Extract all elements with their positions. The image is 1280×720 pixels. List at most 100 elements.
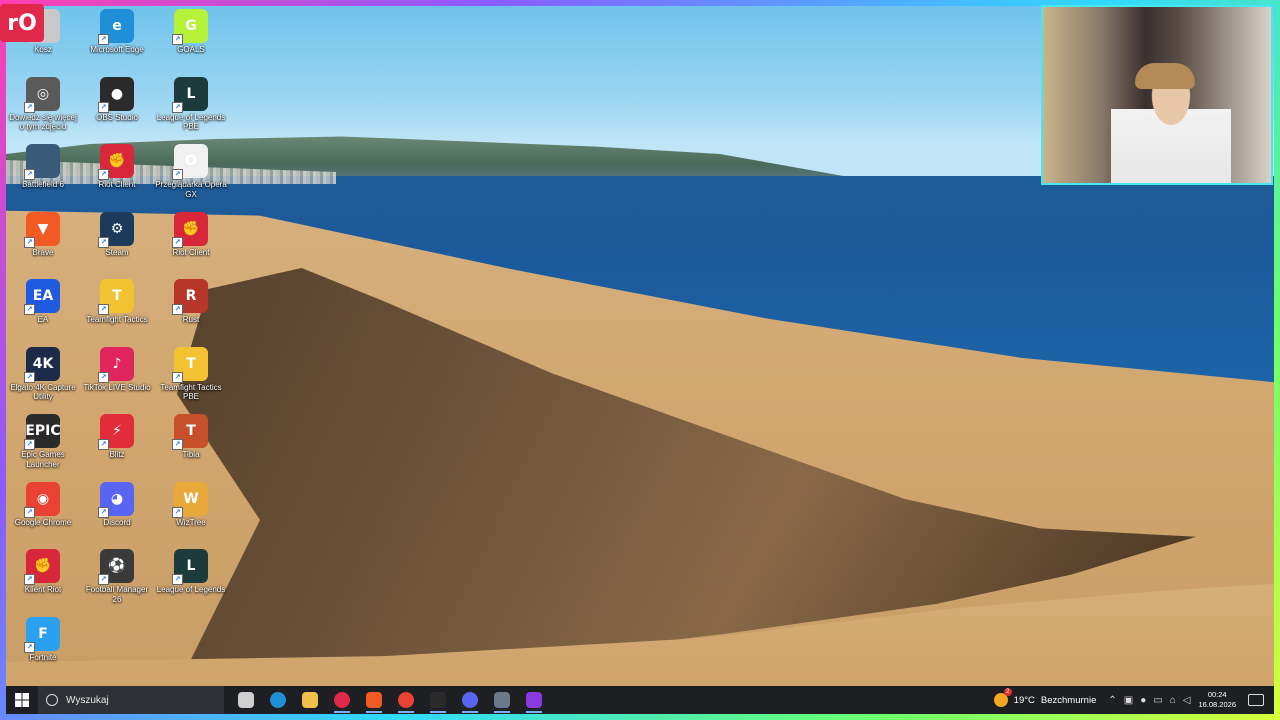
shortcut-arrow-icon: ↗ <box>24 506 35 518</box>
shortcut-arrow-icon: ↗ <box>24 641 35 653</box>
desktop-icon-epic-games[interactable]: EPIC ↗ Epic Games Launcher <box>7 414 79 469</box>
webcam-overlay <box>1041 5 1273 185</box>
notification-icon[interactable] <box>1248 694 1264 706</box>
epic-games-icon: EPIC ↗ <box>24 414 61 450</box>
desktop-icon-label: Dowiedz się więcej o tym zdjęciu <box>9 112 77 132</box>
desktop-icon-league-pbe[interactable]: L ↗ League of Legends PBE <box>155 76 227 132</box>
search-placeholder: Wyszukaj <box>66 694 109 706</box>
system-tray: 2 19°C Bezchmurnie ⌃ ▣ ● ▭ ⌂ ◁ 00:24 16.… <box>993 686 1274 714</box>
taskbar-app-discord[interactable] <box>454 686 486 714</box>
network-adapter-icon[interactable]: ▣ <box>1124 695 1133 706</box>
icon-glyph: ◕ <box>110 490 124 507</box>
taskbar-app-clipchamp[interactable] <box>518 686 550 714</box>
desktop-icon-blitz[interactable]: ⚡ ↗ Blitz <box>81 414 153 460</box>
desktop-icon-label: Riot Client <box>98 180 136 189</box>
taskbar-app-edge[interactable] <box>262 686 294 714</box>
desktop-icon-ea[interactable]: EA ↗ EA <box>7 279 79 325</box>
desktop-icon-label: Football Manager 26 <box>85 585 149 604</box>
volume-icon[interactable]: ◁ <box>1183 695 1191 706</box>
shortcut-arrow-icon: ↗ <box>98 34 109 45</box>
shortcut-arrow-icon: ↗ <box>172 574 183 585</box>
display-icon[interactable]: ▭ <box>1153 695 1162 706</box>
desktop-icon-label: League of Legends PBE <box>156 112 226 132</box>
desktop-icon-label: Blitz <box>109 450 125 459</box>
desktop-icon-riot-client[interactable]: ✊ ↗ Klient Riot <box>7 549 79 595</box>
clipchamp-icon <box>526 692 542 708</box>
icon-glyph: T <box>186 355 196 372</box>
search-icon <box>46 694 58 706</box>
desktop-icon-tft-pbe[interactable]: T ↗ Teamfight Tactics PBE <box>155 346 227 402</box>
desktop-icon-label: Teamfight Tactics PBE <box>160 382 222 402</box>
tray-icons: ⌃ ▣ ● ▭ ⌂ ◁ <box>1108 695 1190 706</box>
riot-client-icon: ✊ ↗ <box>24 549 60 585</box>
desktop-icon-label: Rust <box>182 315 200 324</box>
chevron-up-icon[interactable]: ⌃ <box>1108 695 1116 706</box>
taskbar-app-task-view[interactable] <box>230 686 262 714</box>
weather-desc: Bezchmurnie <box>1040 694 1097 706</box>
desktop-icon-riot-client[interactable]: ✊ ↗ Riot Client <box>81 144 153 190</box>
desktop-icon-football-manager[interactable]: ⚽ ↗ Football Manager 26 <box>81 549 153 604</box>
blitz-icon: ⚡ ↗ <box>98 414 134 450</box>
edge-icon: e ↗ <box>98 9 134 45</box>
weather-sun-icon: 2 <box>993 688 1012 707</box>
taskbar-search-box[interactable]: Wyszukaj <box>38 686 224 714</box>
taskbar-app-obs[interactable] <box>422 686 454 714</box>
ea-icon: EA ↗ <box>24 279 60 315</box>
desktop-icon-wiztree[interactable]: W ↗ WizTree <box>155 481 227 528</box>
streamer-hair <box>1135 63 1195 89</box>
clock-date: 16.08.2026 <box>1198 700 1236 709</box>
desktop-icon-label: Elgato 4K Capture Utility <box>10 382 76 402</box>
shortcut-arrow-icon: ↗ <box>98 574 109 585</box>
windows-icon <box>15 693 29 707</box>
microphone-icon[interactable]: ● <box>1140 695 1146 706</box>
icon-glyph: ◎ <box>36 85 50 102</box>
riot-client-icon: ✊ ↗ <box>172 211 208 248</box>
desktop-icon-goals[interactable]: G ↗ GOALS <box>155 9 227 55</box>
desktop-icon-tibia[interactable]: T ↗ Tibia <box>155 414 227 460</box>
desktop-icon-discord[interactable]: ◕ ↗ Discord <box>81 481 153 528</box>
icon-glyph: EA <box>32 288 54 304</box>
taskbar-app-brave[interactable] <box>358 686 390 714</box>
rust-icon: R ↗ <box>172 279 208 315</box>
desktop-icon-opera-gx[interactable]: O ↗ Przeglądarka Opera GX <box>155 144 227 199</box>
obs-icon: ● ↗ <box>98 76 134 113</box>
desktop-icon-label: Discord <box>103 517 131 527</box>
network-icon[interactable]: ⌂ <box>1170 695 1176 706</box>
taskbar-app-chrome[interactable] <box>390 686 422 714</box>
shortcut-arrow-icon: ↗ <box>24 371 35 383</box>
weather-widget[interactable]: 2 19°C Bezchmurnie <box>993 688 1097 707</box>
taskbar-app-opera-gx[interactable] <box>326 686 358 714</box>
desktop-icon-chrome[interactable]: ◉ ↗ Google Chrome <box>7 481 79 528</box>
desktop-icon-tft[interactable]: T ↗ Teamfight Tactics <box>81 279 153 325</box>
desktop-icon-elgato[interactable]: 4K ↗ Elgato 4K Capture Utility <box>7 346 79 402</box>
opera-gx-icon <box>334 692 350 708</box>
icon-glyph: G <box>185 18 197 34</box>
desktop-icon-label: League of Legends <box>156 585 226 594</box>
shortcut-arrow-icon: ↗ <box>172 304 183 315</box>
desktop-icon-camera[interactable]: ◎ ↗ Dowiedz się więcej o tym zdjęciu <box>7 76 79 132</box>
start-button[interactable] <box>6 686 38 714</box>
taskbar-app-steam[interactable] <box>486 686 518 714</box>
desktop-icon-rust[interactable]: R ↗ Rust <box>155 279 227 325</box>
desktop-icon-obs[interactable]: ● ↗ OBS Studio <box>81 76 153 123</box>
shortcut-arrow-icon: ↗ <box>98 304 109 315</box>
football-manager-icon: ⚽ ↗ <box>98 549 134 585</box>
taskbar-app-file-explorer[interactable] <box>294 686 326 714</box>
desktop-icon-edge[interactable]: e ↗ Microsoft Edge <box>81 9 153 55</box>
shortcut-arrow-icon: ↗ <box>98 506 109 518</box>
icon-glyph: W <box>183 490 199 507</box>
desktop-icon-riot-client[interactable]: ✊ ↗ Riot Client <box>155 211 227 258</box>
weather-badge: 2 <box>1003 688 1012 696</box>
icon-glyph: ✊ <box>34 558 52 574</box>
elgato-icon: 4K ↗ <box>24 346 60 383</box>
file-explorer-icon <box>302 692 318 708</box>
desktop-icon-league[interactable]: L ↗ League of Legends <box>155 549 227 595</box>
steam-icon <box>494 692 510 708</box>
taskbar-clock[interactable]: 00:24 16.08.2026 <box>1198 690 1236 710</box>
desktop-icon-fortnite[interactable]: F ↗ Fortnite <box>7 616 79 663</box>
desktop-icon-tiktok[interactable]: ♪ ↗ TikTok LIVE Studio <box>81 346 153 393</box>
desktop-icon-battlefield[interactable]: ↗ Battlefield 6 <box>7 144 79 190</box>
desktop-icon-steam[interactable]: ⚙ ↗ Steam <box>81 211 153 258</box>
icon-glyph: F <box>38 625 48 642</box>
desktop-icon-brave[interactable]: ▼ ↗ Brave <box>7 211 79 258</box>
